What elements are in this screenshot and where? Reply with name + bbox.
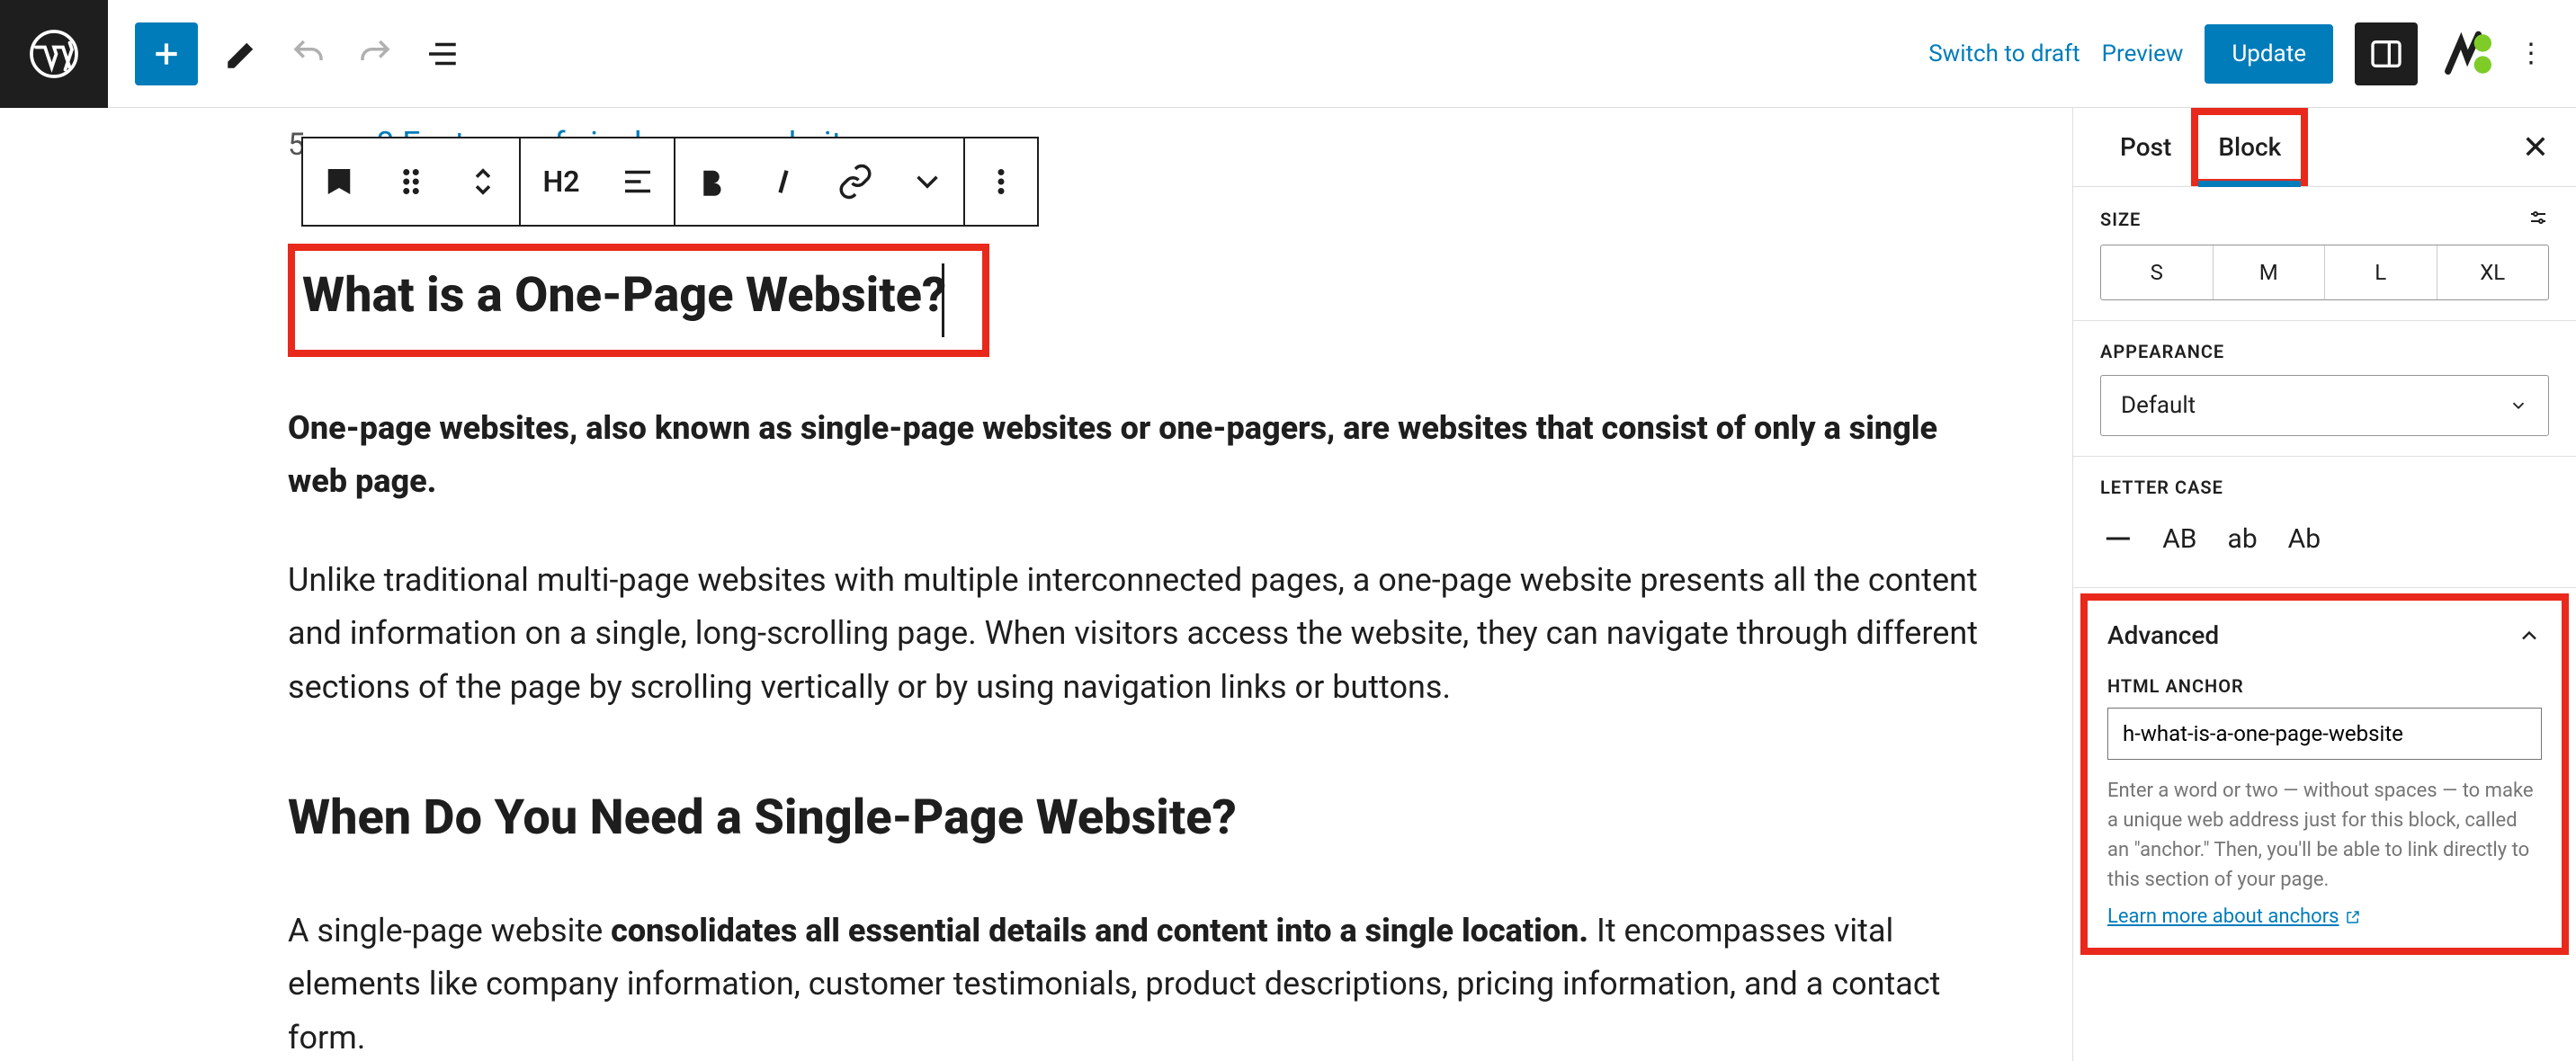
size-settings-icon[interactable]: [2527, 207, 2549, 232]
yoast-icon[interactable]: [2439, 28, 2491, 80]
tab-block[interactable]: Block: [2191, 108, 2308, 186]
learn-more-anchors-link[interactable]: Learn more about anchors: [2107, 905, 2361, 928]
settings-sidebar: Post Block ✕ SIZE S M L XL APPEARANCE De…: [2072, 108, 2576, 1061]
advanced-label: Advanced: [2107, 620, 2219, 650]
size-options: S M L XL: [2100, 245, 2549, 300]
case-upper[interactable]: AB: [2162, 523, 2196, 555]
block-type-icon[interactable]: [303, 138, 375, 225]
align-icon[interactable]: [602, 138, 674, 225]
redo-icon[interactable]: [353, 31, 398, 76]
heading-block-selected[interactable]: What is a One-Page Website?: [288, 244, 989, 357]
anchor-help-text: Enter a word or two — without spaces — t…: [2107, 776, 2542, 895]
block-more-icon[interactable]: [965, 138, 1037, 225]
editor-canvas: 5.8 Features of single-page websites: [0, 108, 2072, 1061]
size-m[interactable]: M: [2214, 245, 2326, 299]
size-l[interactable]: L: [2325, 245, 2437, 299]
bold-icon[interactable]: [675, 138, 747, 225]
move-arrows-icon[interactable]: [447, 138, 519, 225]
close-icon[interactable]: ✕: [2522, 129, 2549, 166]
paragraph-block[interactable]: A single-page website consolidates all e…: [288, 905, 1979, 1061]
html-anchor-input[interactable]: [2107, 708, 2542, 760]
appearance-section: APPEARANCE Default: [2073, 321, 2576, 457]
size-s[interactable]: S: [2101, 245, 2214, 299]
toolbar-right-group: Switch to draft Preview Update ⋮: [1928, 22, 2576, 85]
heading-level-selector[interactable]: H2: [521, 138, 602, 225]
settings-sidebar-toggle[interactable]: [2355, 22, 2418, 85]
lettercase-section: LETTER CASE — AB ab Ab: [2073, 457, 2576, 588]
anchor-label: HTML ANCHOR: [2107, 675, 2542, 697]
link-icon[interactable]: [819, 138, 891, 225]
size-xl[interactable]: XL: [2437, 245, 2549, 299]
drag-handle-icon[interactable]: [375, 138, 447, 225]
editor-toolbar: Switch to draft Preview Update ⋮: [0, 0, 2576, 108]
size-section: SIZE S M L XL: [2073, 187, 2576, 321]
wordpress-logo[interactable]: [0, 0, 108, 108]
italic-icon[interactable]: [747, 138, 819, 225]
paragraph-block[interactable]: One-page websites, also known as single-…: [288, 402, 1979, 509]
case-none[interactable]: —: [2104, 518, 2132, 560]
text-caret: [942, 263, 944, 337]
size-label: SIZE: [2100, 209, 2141, 230]
advanced-toggle[interactable]: Advanced: [2107, 620, 2542, 650]
document-overview-icon[interactable]: [419, 31, 464, 76]
heading-block[interactable]: When Do You Need a Single-Page Website?: [288, 777, 1979, 860]
paragraph-block[interactable]: Unlike traditional multi-page websites w…: [288, 554, 1979, 714]
undo-icon[interactable]: [286, 31, 331, 76]
preview-link[interactable]: Preview: [2102, 40, 2184, 67]
case-lower[interactable]: ab: [2228, 523, 2258, 555]
lettercase-label: LETTER CASE: [2100, 477, 2549, 498]
toolbar-left-group: [108, 22, 464, 85]
switch-to-draft-link[interactable]: Switch to draft: [1928, 40, 2080, 67]
heading-text: What is a One-Page Website?: [302, 267, 946, 324]
case-cap[interactable]: Ab: [2288, 523, 2321, 555]
advanced-panel: Advanced HTML ANCHOR Enter a word or two…: [2080, 593, 2569, 955]
update-button[interactable]: Update: [2205, 24, 2333, 84]
sidebar-tabs: Post Block ✕: [2073, 108, 2576, 187]
edit-mode-icon[interactable]: [219, 31, 264, 76]
chevron-down-icon[interactable]: [891, 138, 963, 225]
more-options-icon[interactable]: ⋮: [2513, 38, 2549, 69]
tab-post[interactable]: Post: [2100, 108, 2191, 186]
appearance-select[interactable]: Default: [2100, 375, 2549, 436]
appearance-value: Default: [2121, 392, 2196, 419]
add-block-button[interactable]: [135, 22, 198, 85]
appearance-label: APPEARANCE: [2100, 341, 2549, 362]
block-toolbar: H2: [301, 137, 1039, 227]
